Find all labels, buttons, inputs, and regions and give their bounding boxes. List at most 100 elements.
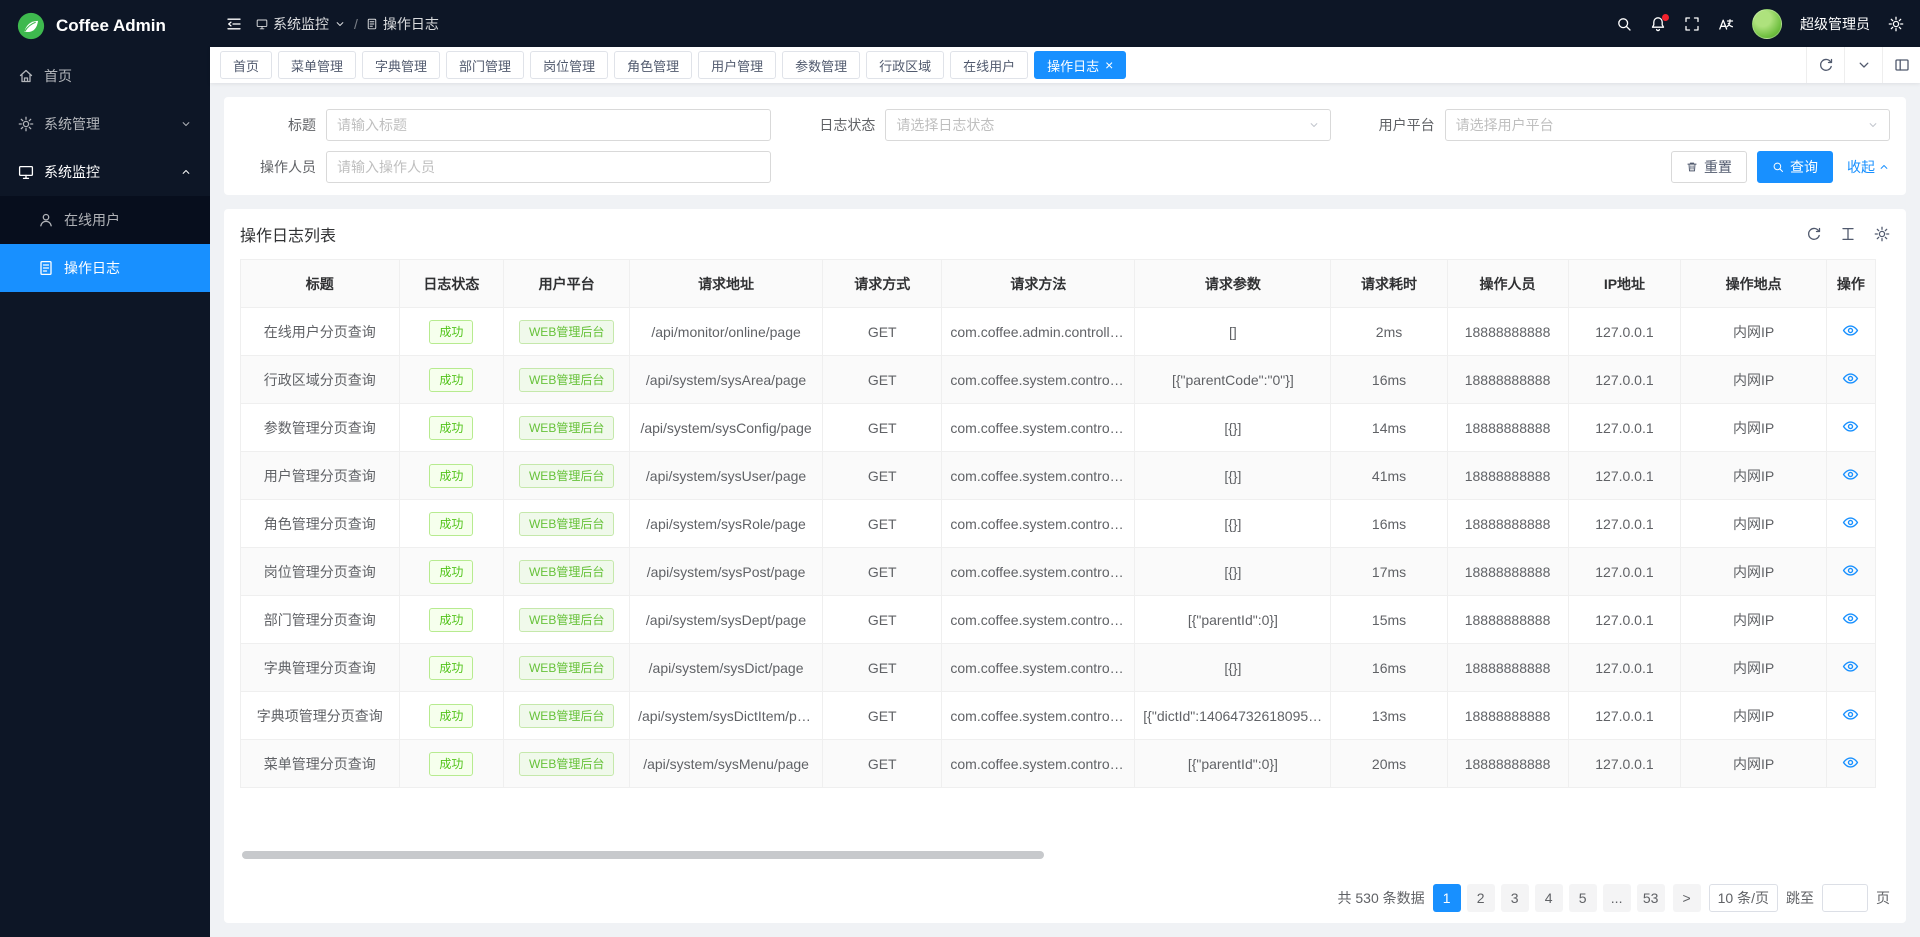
sidebar-item-首页[interactable]: 首页	[0, 52, 210, 100]
settings-gear-icon[interactable]	[1888, 16, 1904, 32]
translate-icon[interactable]	[1718, 16, 1734, 32]
cell-status: 成功	[399, 644, 504, 692]
cell-location: 内网IP	[1681, 452, 1827, 500]
tab-角色管理[interactable]: 角色管理	[614, 51, 692, 79]
page-button-4[interactable]: 4	[1535, 884, 1563, 912]
page-button-1[interactable]: 1	[1433, 884, 1461, 912]
cell-duration: 41ms	[1331, 452, 1447, 500]
sidebar-item-系统监控[interactable]: 系统监控	[0, 148, 210, 196]
tab-操作日志[interactable]: 操作日志×	[1034, 51, 1126, 79]
horizontal-scrollbar-track	[240, 851, 1876, 859]
view-detail-eye-icon[interactable]	[1842, 658, 1859, 675]
log-status-select[interactable]: 请选择日志状态	[885, 109, 1330, 141]
username[interactable]: 超级管理员	[1800, 14, 1870, 34]
horizontal-scrollbar[interactable]	[242, 851, 1044, 859]
tab-在线用户[interactable]: 在线用户	[950, 51, 1028, 79]
cell-handler: com.coffee.system.controlle...	[942, 404, 1135, 452]
sidebar-subitem-在线用户[interactable]: 在线用户	[0, 196, 210, 244]
refresh-icon[interactable]	[1806, 226, 1822, 242]
cell-params: [{}]	[1135, 500, 1331, 548]
pagination-total: 共 530 条数据	[1338, 888, 1425, 908]
table-row: 字典项管理分页查询成功WEB管理后台/api/system/sysDictIte…	[241, 692, 1876, 740]
cell-operator: 18888888888	[1447, 404, 1568, 452]
column-settings-gear-icon[interactable]	[1874, 226, 1890, 242]
view-detail-eye-icon[interactable]	[1842, 370, 1859, 387]
cell-platform: WEB管理后台	[504, 356, 630, 404]
cell-location: 内网IP	[1681, 644, 1827, 692]
status-tag: 成功	[429, 704, 473, 728]
page-size-select[interactable]: 10 条/页	[1709, 884, 1778, 912]
title-input[interactable]	[337, 117, 760, 133]
jump-suffix-label: 页	[1876, 888, 1890, 908]
avatar[interactable]	[1752, 9, 1782, 39]
fullscreen-icon[interactable]	[1684, 16, 1700, 32]
platform-tag: WEB管理后台	[519, 512, 614, 536]
search-button[interactable]: 查询	[1757, 151, 1833, 183]
page-button-5[interactable]: 5	[1569, 884, 1597, 912]
cell-action	[1826, 356, 1875, 404]
page-ellipsis[interactable]: ...	[1603, 884, 1631, 912]
cell-platform: WEB管理后台	[504, 452, 630, 500]
tab-用户管理[interactable]: 用户管理	[698, 51, 776, 79]
cell-url: /api/system/sysUser/page	[630, 452, 823, 500]
pagination: 共 530 条数据 12345...53 > 10 条/页 跳至 页	[240, 873, 1890, 923]
sidebar-subitem-操作日志[interactable]: 操作日志	[0, 244, 210, 292]
view-detail-eye-icon[interactable]	[1842, 322, 1859, 339]
jump-page-input[interactable]	[1822, 884, 1868, 912]
breadcrumb-current[interactable]: 操作日志	[366, 14, 439, 34]
user-platform-select[interactable]: 请选择用户平台	[1445, 109, 1890, 141]
page-button-2[interactable]: 2	[1467, 884, 1495, 912]
view-detail-eye-icon[interactable]	[1842, 466, 1859, 483]
tab-行政区域[interactable]: 行政区域	[866, 51, 944, 79]
tab-首页[interactable]: 首页	[220, 51, 272, 79]
tab-参数管理[interactable]: 参数管理	[782, 51, 860, 79]
cell-method: GET	[823, 692, 942, 740]
reset-button[interactable]: 重置	[1671, 151, 1747, 183]
column-header: 标题	[241, 260, 400, 308]
platform-tag: WEB管理后台	[519, 368, 614, 392]
refresh-icon[interactable]	[1806, 47, 1844, 83]
tab-close-icon[interactable]: ×	[1105, 58, 1113, 72]
collapse-sidebar-icon[interactable]	[226, 16, 242, 32]
collapse-filters-link[interactable]: 收起	[1847, 157, 1890, 177]
cell-action	[1826, 548, 1875, 596]
cell-params: []	[1135, 308, 1331, 356]
cell-method: GET	[823, 356, 942, 404]
view-detail-eye-icon[interactable]	[1842, 562, 1859, 579]
logo[interactable]: Coffee Admin	[0, 0, 210, 52]
breadcrumb-parent[interactable]: 系统监控	[256, 14, 346, 34]
platform-tag: WEB管理后台	[519, 752, 614, 776]
table-row: 角色管理分页查询成功WEB管理后台/api/system/sysRole/pag…	[241, 500, 1876, 548]
view-detail-eye-icon[interactable]	[1842, 610, 1859, 627]
layout-panel-icon[interactable]	[1882, 47, 1920, 83]
view-detail-eye-icon[interactable]	[1842, 418, 1859, 435]
breadcrumb: 系统监控 / 操作日志	[256, 14, 439, 34]
cell-operator: 18888888888	[1447, 644, 1568, 692]
tab-菜单管理[interactable]: 菜单管理	[278, 51, 356, 79]
tab-字典管理[interactable]: 字典管理	[362, 51, 440, 79]
app-root: Coffee Admin 首页系统管理系统监控在线用户操作日志 系统监控	[0, 0, 1920, 937]
chevron-down-icon[interactable]	[1844, 47, 1882, 83]
cell-status: 成功	[399, 308, 504, 356]
cell-platform: WEB管理后台	[504, 500, 630, 548]
user-platform-label: 用户平台	[1359, 115, 1435, 135]
view-detail-eye-icon[interactable]	[1842, 706, 1859, 723]
next-page-button[interactable]: >	[1673, 884, 1701, 912]
search-icon[interactable]	[1616, 16, 1632, 32]
main-area: 系统监控 / 操作日志	[210, 0, 1920, 937]
view-detail-eye-icon[interactable]	[1842, 754, 1859, 771]
operator-input[interactable]	[337, 159, 760, 175]
cell-action	[1826, 692, 1875, 740]
tab-部门管理[interactable]: 部门管理	[446, 51, 524, 79]
cell-method: GET	[823, 308, 942, 356]
tab-岗位管理[interactable]: 岗位管理	[530, 51, 608, 79]
page-button-3[interactable]: 3	[1501, 884, 1529, 912]
platform-tag: WEB管理后台	[519, 416, 614, 440]
cell-title: 岗位管理分页查询	[241, 548, 400, 596]
page-button-53[interactable]: 53	[1637, 884, 1665, 912]
density-icon[interactable]	[1840, 226, 1856, 242]
cell-params: [{"dictId":140647326180950...	[1135, 692, 1331, 740]
sidebar-item-系统管理[interactable]: 系统管理	[0, 100, 210, 148]
notifications-bell-icon[interactable]	[1650, 16, 1666, 32]
view-detail-eye-icon[interactable]	[1842, 514, 1859, 531]
